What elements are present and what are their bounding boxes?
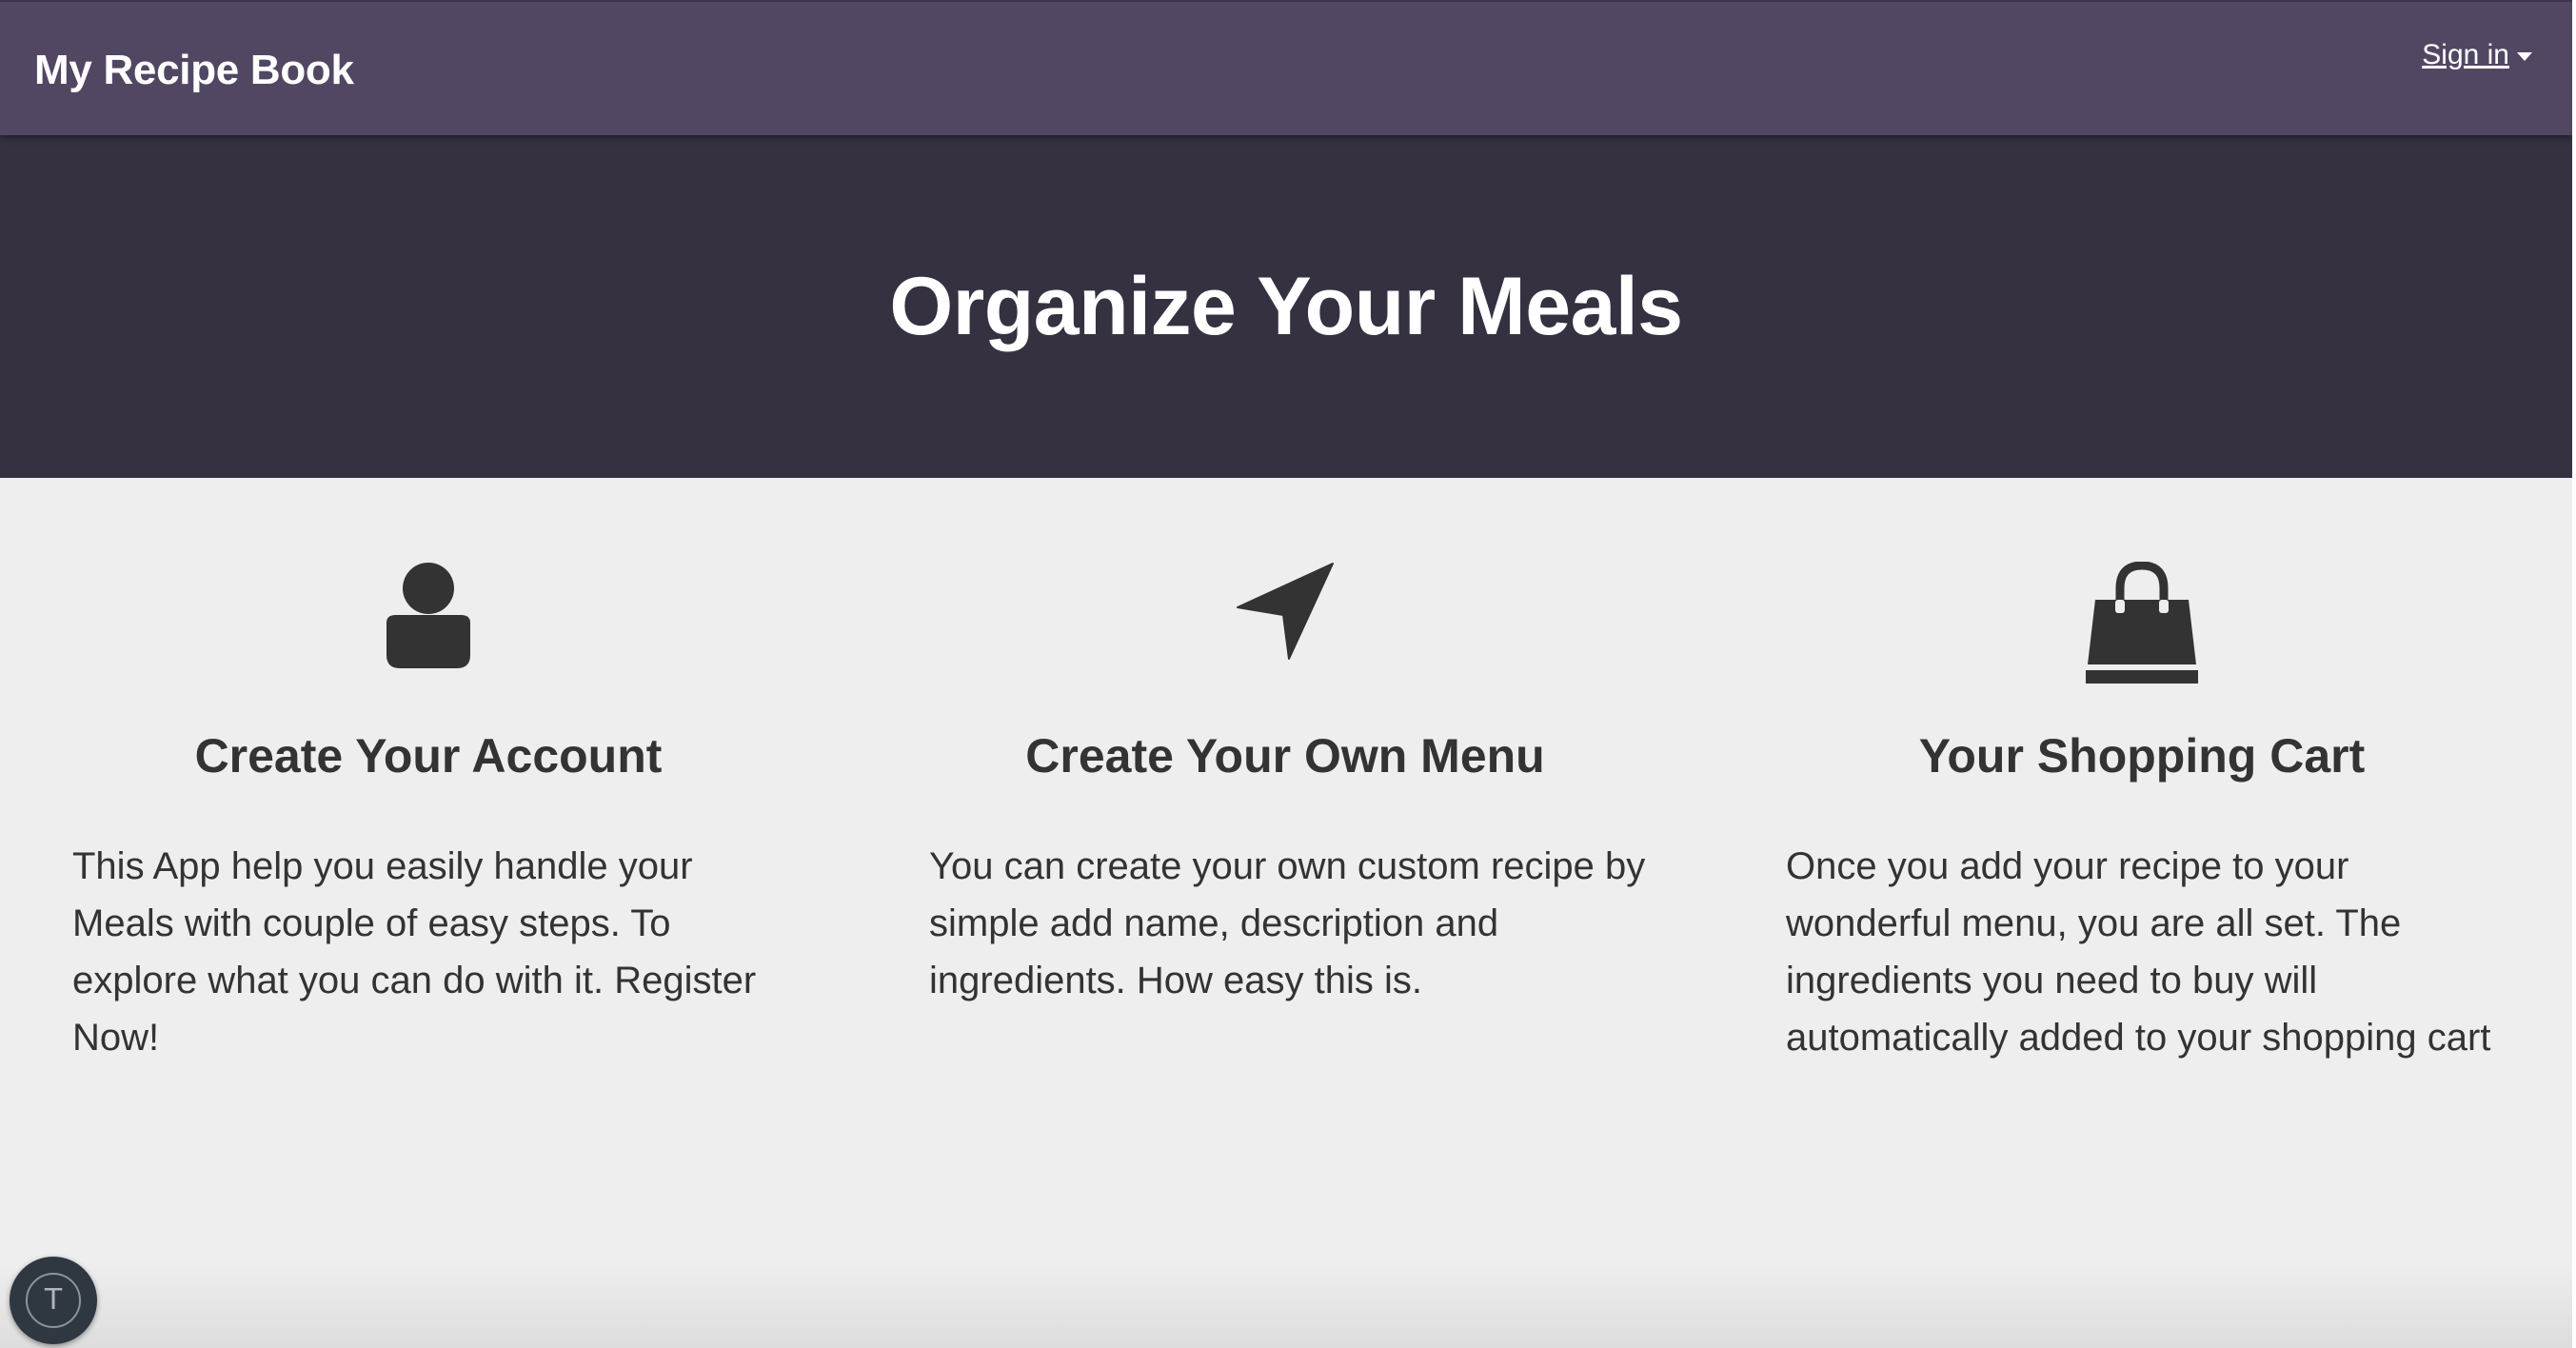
floating-button-label: T	[26, 1273, 81, 1328]
feature-title: Create Your Account	[194, 729, 663, 783]
location-arrow-icon	[857, 562, 1714, 684]
navbar: My Recipe Book Sign in	[0, 0, 2572, 135]
feature-title: Your Shopping Cart	[1918, 729, 2366, 783]
feature-create-account: Create Your Account This App help you ea…	[0, 478, 857, 1144]
feature-title: Create Your Own Menu	[1025, 729, 1545, 783]
feature-text: This App help you easily handle your Mea…	[72, 845, 757, 1059]
feature-create-menu: Create Your Own Menu You can create your…	[857, 478, 1714, 1144]
hero-title: Organize Your Meals	[889, 261, 1683, 352]
floating-circle-button[interactable]: T	[10, 1257, 97, 1344]
features-section: Create Your Account This App help you ea…	[0, 478, 2572, 1348]
user-icon	[0, 562, 857, 684]
app-viewport: My Recipe Book Sign in Organize Your Mea…	[0, 0, 2572, 1348]
sign-in-label: Sign in	[2422, 39, 2509, 70]
sign-in-dropdown[interactable]: Sign in	[2422, 36, 2532, 74]
feature-shopping-cart: Your Shopping Cart Once you add your rec…	[1714, 478, 2570, 1144]
feature-text: You can create your own custom recipe by…	[929, 845, 1646, 1001]
page: My Recipe Book Sign in Organize Your Mea…	[0, 0, 2576, 1348]
feature-text: Once you add your recipe to your wonderf…	[1786, 845, 2491, 1059]
brand-link[interactable]: My Recipe Book	[34, 44, 354, 97]
caret-down-icon	[2517, 51, 2532, 61]
shopping-bag-icon	[1714, 562, 2570, 684]
hero-banner: Organize Your Meals	[0, 135, 2572, 478]
window-edge	[2572, 0, 2576, 1348]
